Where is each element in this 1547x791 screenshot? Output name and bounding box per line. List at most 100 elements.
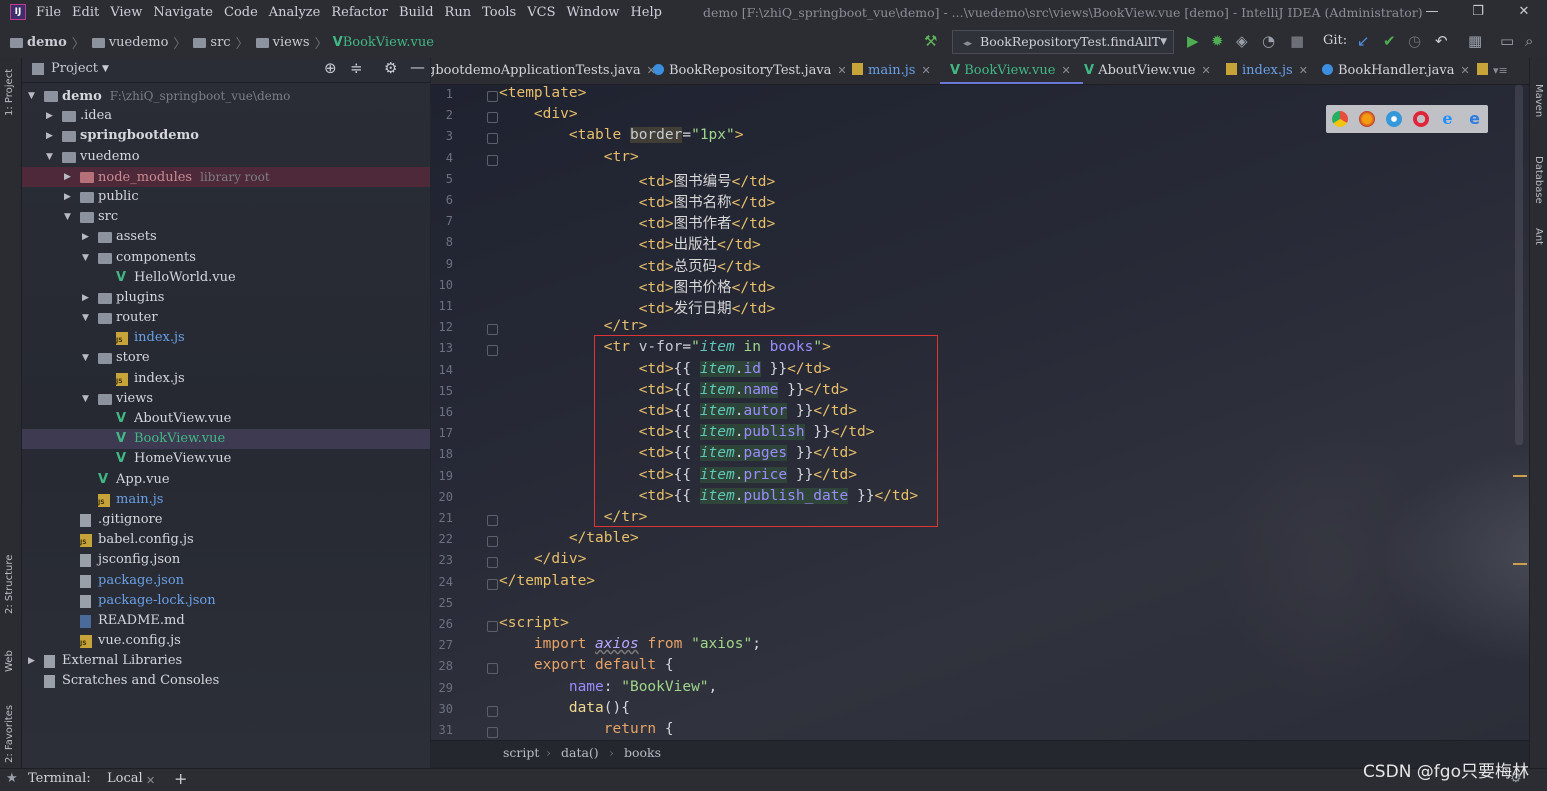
profile-icon[interactable]: ◔ xyxy=(1262,32,1275,50)
menu-item-run[interactable]: Run xyxy=(445,5,472,20)
chevron-right-icon[interactable]: ▶ xyxy=(64,167,71,187)
menu-item-build[interactable]: Build xyxy=(399,5,434,20)
menu-item-vcs[interactable]: VCS xyxy=(527,5,555,20)
fold-marker-icon[interactable] xyxy=(487,536,498,548)
tab-gbootdemoapplicationtests[interactable]: gbootdemoApplicationTests.java ✕ xyxy=(431,58,656,84)
tree-item[interactable]: JS vue.config.js xyxy=(22,631,430,651)
tree-item[interactable]: ▶ External Libraries xyxy=(22,651,430,671)
hide-panel-icon[interactable]: — xyxy=(410,58,425,76)
tab-bookhandler-java[interactable]: BookHandler.java ✕ xyxy=(1322,58,1470,84)
line-number[interactable]: 16 xyxy=(431,405,453,419)
tab-overflow-icon[interactable]: ▾≡ xyxy=(1493,64,1508,77)
git-rollback-icon[interactable]: ↶ xyxy=(1435,32,1448,50)
close-icon[interactable]: ✕ xyxy=(1061,64,1070,77)
line-number[interactable]: 3 xyxy=(431,129,453,143)
debug-icon[interactable]: ✹ xyxy=(1211,32,1224,50)
tree-item[interactable]: .gitignore xyxy=(22,510,430,530)
tree-item[interactable]: ▼ vuedemo xyxy=(22,147,430,167)
line-number[interactable]: 7 xyxy=(431,214,453,228)
chevron-down-icon[interactable]: ▼ xyxy=(46,147,53,167)
git-commit-icon[interactable]: ✔ xyxy=(1383,32,1396,50)
close-icon[interactable]: ✕ xyxy=(921,64,930,77)
line-number[interactable]: 25 xyxy=(431,596,453,610)
tab-aboutview-vue[interactable]: V AboutView.vue ✕ xyxy=(1084,58,1211,84)
chrome-icon[interactable] xyxy=(1331,111,1348,127)
line-number[interactable]: 23 xyxy=(431,553,453,567)
tree-item[interactable]: JS main.js xyxy=(22,490,430,510)
fold-marker-icon[interactable] xyxy=(487,727,498,738)
fold-marker-icon[interactable] xyxy=(487,515,498,526)
tree-item[interactable]: Scratches and Consoles xyxy=(22,671,430,691)
chevron-down-icon[interactable]: ▼ xyxy=(102,64,109,74)
menu-item-view[interactable]: View xyxy=(110,5,142,20)
breadcrumb-item[interactable]: src xyxy=(210,35,230,50)
tree-item[interactable]: JS index.js xyxy=(22,328,430,348)
tree-item[interactable]: package-lock.json xyxy=(22,591,430,611)
menu-item-edit[interactable]: Edit xyxy=(72,5,99,20)
git-update-icon[interactable]: ↙ xyxy=(1357,32,1370,50)
fold-marker-icon[interactable] xyxy=(487,621,498,632)
line-number[interactable]: 21 xyxy=(431,511,453,525)
opera-icon[interactable] xyxy=(1412,111,1429,127)
firefox-icon[interactable] xyxy=(1358,111,1375,127)
chevron-down-icon[interactable]: ▼ xyxy=(82,308,89,328)
menu-item-window[interactable]: Window xyxy=(566,5,619,20)
presentation-icon[interactable]: ▭ xyxy=(1500,32,1514,50)
tree-item[interactable]: ▼ store xyxy=(22,348,430,368)
fold-marker-icon[interactable] xyxy=(487,133,498,145)
tree-item[interactable]: README.md xyxy=(22,611,430,631)
project-structure-icon[interactable]: ▦ xyxy=(1468,32,1482,50)
chevron-right-icon[interactable]: ▶ xyxy=(46,106,53,126)
line-number[interactable]: 9 xyxy=(431,257,453,271)
line-number[interactable]: 14 xyxy=(431,363,453,377)
collapse-all-icon[interactable]: ≑ xyxy=(350,59,363,77)
breadcrumb-item[interactable]: views xyxy=(273,35,310,50)
stop-icon[interactable]: ■ xyxy=(1290,32,1304,50)
chevron-right-icon[interactable]: ▶ xyxy=(28,651,35,671)
line-number[interactable]: 30 xyxy=(431,702,453,716)
chevron-right-icon[interactable]: ▶ xyxy=(82,227,89,247)
restore-icon[interactable]: ❐ xyxy=(1455,0,1501,24)
tree-item[interactable]: ▶ assets xyxy=(22,227,430,247)
edge-icon[interactable]: e xyxy=(1467,111,1483,127)
line-number[interactable]: 29 xyxy=(431,681,453,695)
warning-marker[interactable] xyxy=(1513,475,1527,477)
tree-item[interactable]: ▼ components xyxy=(22,248,430,268)
tree-item[interactable]: ▶ .idea xyxy=(22,106,430,126)
locate-icon[interactable]: ⊕ xyxy=(324,59,337,77)
fold-marker-icon[interactable] xyxy=(487,112,498,124)
warning-marker[interactable] xyxy=(1513,563,1527,565)
line-number[interactable]: 20 xyxy=(431,490,453,504)
chevron-right-icon[interactable]: ▶ xyxy=(82,288,89,308)
tree-item[interactable]: ▶ public xyxy=(22,187,430,207)
tree-item[interactable]: package.json xyxy=(22,571,430,591)
safari-icon[interactable] xyxy=(1385,111,1402,127)
fold-marker-icon[interactable] xyxy=(487,557,498,569)
menu-item-code[interactable]: Code xyxy=(224,5,258,20)
run-icon[interactable]: ▶ xyxy=(1187,32,1199,50)
line-number[interactable]: 17 xyxy=(431,426,453,440)
line-number[interactable]: 22 xyxy=(431,532,453,546)
line-number[interactable]: 24 xyxy=(431,575,453,589)
tab-bookview-vue[interactable]: V BookView.vue ✕ xyxy=(940,58,1083,84)
fold-marker-icon[interactable] xyxy=(487,345,498,357)
code-editor[interactable]: 1 2 3 4 5 6 7 8 9 10 11 12 13 14 15 16 17 18 19 20 21 22 23 24 2… xyxy=(431,85,1529,740)
line-number[interactable]: 4 xyxy=(431,151,453,165)
chevron-right-icon[interactable]: ▶ xyxy=(64,187,71,207)
tree-item[interactable]: ▼ demo F:\zhiQ_springboot_vue\demo xyxy=(22,86,430,106)
add-terminal-icon[interactable]: + xyxy=(174,769,187,788)
menu-item-analyze[interactable]: Analyze xyxy=(269,5,321,20)
menu-item-help[interactable]: Help xyxy=(630,5,662,20)
tool-window-structure[interactable]: 2: Structure xyxy=(4,555,15,614)
chevron-down-icon[interactable]: ▼ xyxy=(82,248,89,268)
breadcrumb-item[interactable]: demo xyxy=(27,35,67,50)
line-number[interactable]: 2 xyxy=(431,108,453,122)
tree-item[interactable]: V AboutView.vue xyxy=(22,409,430,429)
tool-window-ant[interactable]: Ant xyxy=(1533,228,1544,245)
breadcrumb-item[interactable]: vuedemo xyxy=(109,35,169,50)
line-number[interactable]: 8 xyxy=(431,235,453,249)
menu-item-file[interactable]: File xyxy=(36,5,61,20)
chevron-down-icon[interactable]: ▼ xyxy=(82,389,89,409)
breadcrumb-item[interactable]: BookView.vue xyxy=(343,35,434,50)
line-number[interactable]: 26 xyxy=(431,617,453,631)
